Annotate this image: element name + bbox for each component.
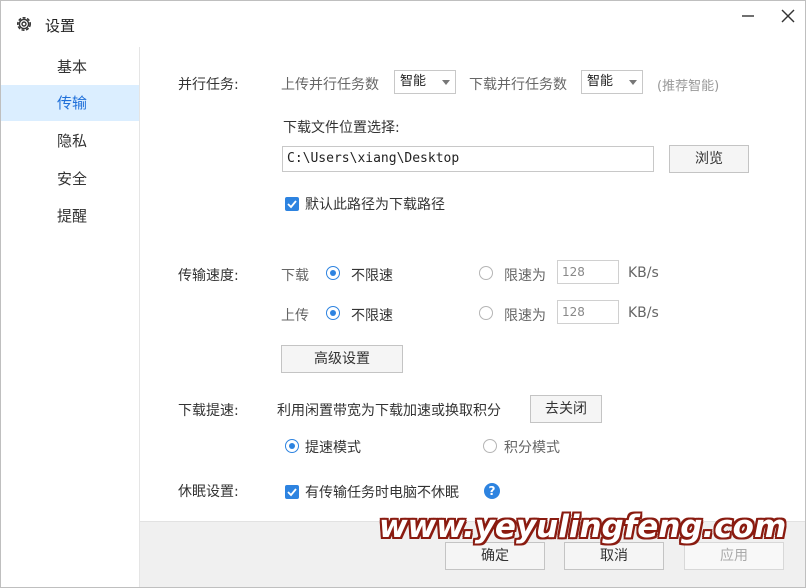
no-sleep-checkbox[interactable] — [285, 485, 299, 499]
upload-parallel-label: 上传并行任务数 — [281, 77, 379, 93]
download-path-input[interactable]: C:\Users\xiang\Desktop — [282, 146, 654, 172]
settings-window: 设置 基本 传输 隐私 安全 提醒 并行任务: 上传并行任务数 智能 下载并行任… — [0, 0, 806, 588]
close-button[interactable] — [774, 5, 802, 29]
no-sleep-label: 有传输任务时电脑不休眠 — [305, 485, 459, 501]
sidebar-item-transfer[interactable]: 传输 — [1, 85, 139, 121]
window-title: 设置 — [45, 17, 76, 35]
upload-limit-label: 限速为 — [504, 308, 546, 324]
boost-toggle-button[interactable]: 去关闭 — [530, 395, 602, 423]
help-icon[interactable]: ? — [484, 483, 500, 499]
upload-limit-radio[interactable] — [479, 306, 493, 320]
gear-icon — [15, 15, 33, 33]
checkmark-icon — [287, 200, 297, 209]
default-path-checkbox[interactable] — [285, 197, 299, 211]
download-boost-description: 利用闲置带宽为下载加速或换取积分 — [277, 403, 501, 419]
advanced-settings-button[interactable]: 高级设置 — [281, 345, 403, 373]
upload-parallel-select[interactable]: 智能 — [394, 70, 456, 94]
speed-mode-label: 提速模式 — [305, 440, 361, 456]
download-limit-input[interactable]: 128 — [557, 260, 619, 284]
download-limit-radio[interactable] — [479, 266, 493, 280]
upload-parallel-value: 智能 — [400, 74, 427, 89]
download-speed-label: 下载 — [281, 268, 309, 284]
minimize-icon — [742, 15, 754, 17]
chevron-down-icon — [629, 80, 637, 85]
upload-unlimited-label: 不限速 — [351, 308, 393, 324]
speed-mode-radio[interactable] — [285, 439, 299, 453]
upload-limit-input[interactable]: 128 — [557, 300, 619, 324]
chevron-down-icon — [442, 80, 450, 85]
upload-limit-unit: KB/s — [628, 305, 659, 321]
apply-button[interactable]: 应用 — [684, 542, 784, 570]
parallel-tasks-label: 并行任务: — [178, 77, 239, 93]
download-parallel-label: 下载并行任务数 — [469, 77, 567, 93]
sidebar-item-basic[interactable]: 基本 — [1, 49, 139, 85]
points-mode-radio[interactable] — [483, 439, 497, 453]
checkmark-icon — [287, 488, 297, 497]
download-parallel-select[interactable]: 智能 — [581, 70, 643, 94]
download-parallel-value: 智能 — [587, 74, 614, 89]
cancel-button[interactable]: 取消 — [564, 542, 664, 570]
default-path-label: 默认此路径为下载路径 — [305, 197, 445, 213]
browse-button[interactable]: 浏览 — [669, 145, 749, 173]
parallel-hint: (推荐智能) — [657, 79, 720, 94]
download-location-label: 下载文件位置选择: — [283, 120, 400, 136]
close-icon — [781, 9, 795, 23]
points-mode-label: 积分模式 — [504, 440, 560, 456]
sidebar-item-privacy[interactable]: 隐私 — [1, 123, 139, 159]
download-unlimited-radio[interactable] — [326, 266, 340, 280]
sleep-settings-label: 休眠设置: — [178, 484, 239, 500]
transfer-settings-panel: 并行任务: 上传并行任务数 智能 下载并行任务数 智能 (推荐智能) 下载文件位… — [140, 47, 805, 587]
watermark: www.yeyulingfeng.com — [379, 509, 787, 545]
sidebar-item-security[interactable]: 安全 — [1, 161, 139, 197]
download-limit-unit: KB/s — [628, 265, 659, 281]
ok-button[interactable]: 确定 — [445, 542, 545, 570]
transfer-speed-label: 传输速度: — [178, 268, 239, 284]
minimize-button[interactable] — [734, 5, 762, 29]
sidebar-item-reminder[interactable]: 提醒 — [1, 198, 139, 234]
download-unlimited-label: 不限速 — [351, 268, 393, 284]
upload-speed-label: 上传 — [281, 308, 309, 324]
title-bar: 设置 — [1, 1, 805, 47]
upload-unlimited-radio[interactable] — [326, 306, 340, 320]
download-boost-label: 下载提速: — [178, 403, 239, 419]
download-limit-label: 限速为 — [504, 268, 546, 284]
sidebar: 基本 传输 隐私 安全 提醒 — [1, 47, 140, 587]
